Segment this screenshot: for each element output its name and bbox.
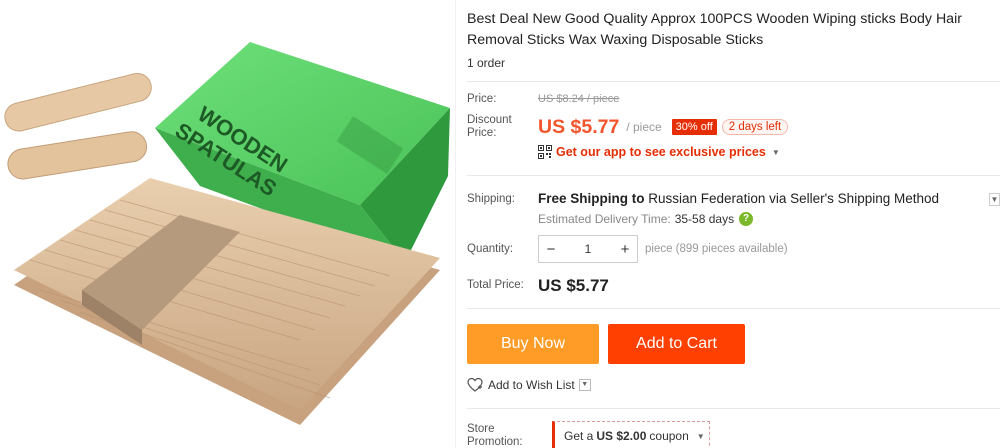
- question-icon[interactable]: ?: [739, 212, 754, 226]
- chevron-down-icon: ▼: [696, 431, 705, 441]
- shipping-label: Shipping:: [467, 193, 515, 205]
- shipping-method-dropdown[interactable]: ▼: [989, 193, 1000, 206]
- discount-badge: 30% off: [671, 119, 717, 135]
- store-promotion-label: Store Promotion:: [467, 423, 523, 448]
- app-promo-link[interactable]: Get our app to see exclusive prices ▼: [538, 144, 780, 160]
- quantity-label: Quantity:: [467, 243, 514, 255]
- wishlist-text: Add to Wish List: [488, 378, 575, 392]
- delivery-label: Estimated Delivery Time:: [538, 212, 671, 226]
- product-detail: Best Deal New Good Quality Approx 100PCS…: [467, 0, 1000, 448]
- product-title: Best Deal New Good Quality Approx 100PCS…: [467, 11, 962, 48]
- qr-code-icon: [538, 145, 552, 159]
- quantity-stepper: − +: [538, 235, 638, 263]
- shipping-destination: Russian Federation via Seller's Shipping…: [648, 191, 940, 206]
- quantity-input[interactable]: [563, 236, 613, 262]
- time-left-badge: 2 days left: [721, 119, 789, 135]
- store-coupon-button[interactable]: Get a US $2.00 coupon ▼: [552, 421, 710, 448]
- app-promo-text: Get our app to see exclusive prices: [556, 145, 766, 159]
- order-count: 1 order: [467, 56, 506, 70]
- store-promotion-label-line-1: Store: [467, 423, 495, 435]
- total-price: US $5.77: [538, 276, 609, 295]
- delivery-estimate: Estimated Delivery Time: 35-58 days ?: [538, 212, 754, 226]
- chevron-down-icon[interactable]: ▼: [578, 379, 591, 391]
- quantity-decrement-button[interactable]: −: [539, 236, 563, 262]
- per-unit-label: / piece: [626, 120, 662, 134]
- heart-icon: [467, 377, 483, 392]
- add-to-cart-button[interactable]: Add to Cart: [608, 324, 745, 364]
- buy-now-button[interactable]: Buy Now: [467, 324, 599, 364]
- coupon-suffix: coupon: [649, 429, 689, 443]
- wooden-spatulas-photo: WOODEN SPATULAS: [4, 42, 450, 425]
- divider: [467, 408, 1000, 409]
- free-shipping-text: Free Shipping to: [538, 191, 645, 206]
- divider: [467, 175, 1000, 176]
- discount-label-line-2: Price:: [467, 126, 497, 139]
- quantity-increment-button[interactable]: +: [613, 236, 637, 262]
- total-price-label: Total Price:: [467, 279, 524, 291]
- discount-label-line-1: Discount: [467, 114, 512, 126]
- price-label: Price:: [467, 93, 497, 105]
- coupon-prefix: Get a: [564, 429, 594, 443]
- original-price: US $8.24 / piece: [538, 93, 620, 105]
- add-to-wishlist-link[interactable]: Add to Wish List ▼: [467, 376, 591, 394]
- delivery-days: 35-58 days: [674, 212, 735, 226]
- divider: [467, 308, 1000, 309]
- discount-label: Discount Price:: [467, 114, 512, 139]
- discount-price: US $5.77: [538, 115, 620, 138]
- availability-text: piece (899 pieces available): [645, 243, 788, 255]
- coupon-amount: US $2.00: [596, 429, 647, 443]
- product-image[interactable]: WOODEN SPATULAS: [0, 0, 456, 448]
- discount-price-row: US $5.77 / piece 30% off 2 days left: [538, 114, 789, 140]
- shipping-info: Free Shipping to Russian Federation via …: [538, 191, 939, 206]
- chevron-down-icon: ▼: [771, 147, 780, 157]
- divider: [467, 81, 1000, 82]
- store-promotion-label-line-2: Promotion:: [467, 435, 523, 448]
